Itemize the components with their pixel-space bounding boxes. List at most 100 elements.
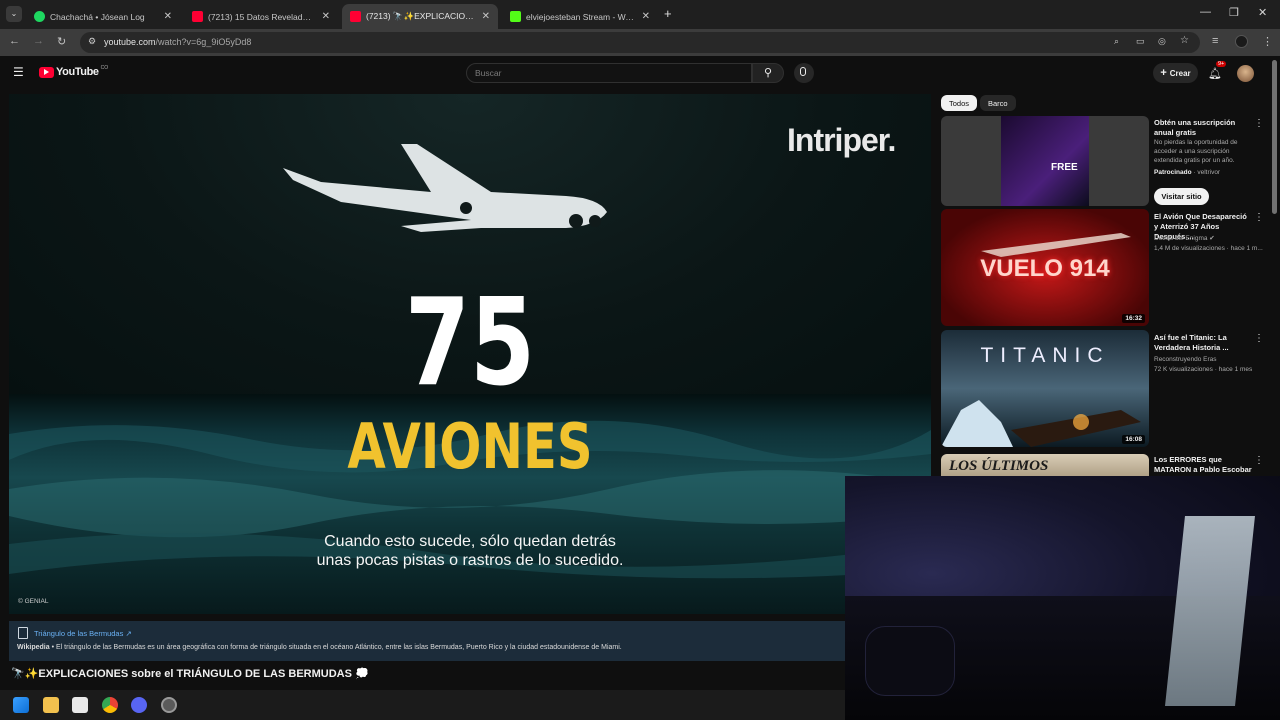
info-panel[interactable]: Triángulo de las Bermudas ↗ Wikipedia • …	[9, 621, 845, 661]
file-explorer-icon[interactable]	[43, 697, 59, 713]
tab-search-button[interactable]: ⌄	[6, 6, 22, 22]
voice-search-button[interactable]	[794, 63, 814, 83]
bookmark-star-icon[interactable]: ☆	[1180, 35, 1189, 46]
more-vert-icon[interactable]: ⋮	[1254, 333, 1264, 344]
minimize-icon[interactable]: —	[1200, 6, 1211, 18]
eye-off-icon[interactable]: ◎	[1158, 36, 1166, 47]
youtube-logo[interactable]: YouTube CO	[39, 65, 108, 78]
youtube-masthead: ☰ YouTube CO Buscar ⚲ + Crear 🔔︎ 9+	[0, 56, 1280, 92]
search-button[interactable]: ⚲	[752, 63, 784, 83]
search-placeholder: Buscar	[475, 68, 502, 78]
browser-tab-2[interactable]: (7213) 15 Datos Reveladores So ✕	[184, 4, 338, 29]
ad-thumb-text: FREE	[1051, 162, 1078, 173]
url-path: /watch?v=6g_9iO5yDd8	[155, 37, 252, 47]
more-vert-icon[interactable]: ⋮	[1254, 118, 1264, 129]
restore-icon[interactable]: ❐	[1229, 6, 1239, 19]
tab-title: Chachachá • Jósean Log	[50, 11, 145, 22]
zoom-icon[interactable]: ⌕	[1114, 36, 1119, 47]
browser-tab-3[interactable]: (7213) 🔭✨EXPLICACIONES so ✕	[342, 4, 498, 29]
cam-chair-shape	[865, 626, 955, 696]
recommendation-title[interactable]: Así fue el Titanic: La Verdadera Histori…	[1154, 333, 1250, 353]
info-panel-description: • El triángulo de las Bermudas es un áre…	[49, 644, 622, 651]
info-panel-text: Wikipedia • El triángulo de las Bermudas…	[17, 644, 622, 651]
create-button[interactable]: + Crear	[1153, 63, 1198, 83]
back-icon[interactable]: ←	[9, 35, 20, 47]
chip-todos[interactable]: Todos	[941, 95, 978, 111]
chip-label: Todos	[949, 98, 970, 108]
external-link-icon: ↗	[125, 629, 132, 638]
recommendation-channel: Detrás del Enigma ✔	[1154, 234, 1264, 243]
visit-site-button[interactable]: Visitar sitio	[1154, 188, 1209, 205]
ad-advertiser: · veltrivor	[1191, 169, 1221, 176]
cast-icon[interactable]: ▭	[1136, 36, 1145, 47]
video-credit: © GENIAL	[18, 598, 49, 605]
site-info-icon[interactable]: ⚙	[88, 36, 96, 47]
profile-avatar[interactable]	[1235, 35, 1248, 48]
close-icon[interactable]: ✕	[322, 11, 330, 22]
notifications-button[interactable]: 🔔︎ 9+	[1208, 61, 1227, 80]
close-icon[interactable]: ✕	[482, 11, 490, 22]
account-avatar[interactable]	[1237, 65, 1254, 82]
forward-icon[interactable]: →	[33, 35, 44, 47]
microphone-icon	[800, 67, 806, 76]
recommendation-thumbnail[interactable]: LOS ÚLTIMOS	[941, 454, 1149, 476]
subtitle-line-1: Cuando esto sucede, sólo quedan detrás	[324, 533, 616, 550]
overlay-word: AVIONES	[347, 410, 593, 483]
thumb-text: LOS ÚLTIMOS	[949, 458, 1049, 474]
recommendation-meta: 1,4 M de visualizaciones · hace 1 m...	[1154, 245, 1263, 252]
create-label: Crear	[1169, 68, 1191, 78]
notification-badge: 9+	[1216, 61, 1227, 67]
search-icon: ⚲	[764, 67, 773, 79]
recommendation-title[interactable]: Los ERRORES que MATARON a Pablo Escobar	[1154, 455, 1254, 475]
youtube-wordmark: YouTube	[56, 66, 99, 78]
chevron-down-icon: ⌄	[10, 9, 18, 18]
duration-badge: 16:32	[1122, 314, 1145, 323]
more-vert-icon[interactable]: ⋮	[1262, 35, 1273, 48]
kick-icon	[510, 11, 521, 22]
page-scrollbar[interactable]	[1272, 60, 1277, 214]
info-panel-title[interactable]: Triángulo de las Bermudas ↗	[34, 629, 132, 638]
ad-thumbnail[interactable]: FREE	[941, 116, 1149, 206]
chrome-icon[interactable]	[102, 697, 118, 713]
address-bar[interactable]: ⚙ youtube.com/watch?v=6g_9iO5yDd8 ⌕ ▭ ◎ …	[80, 32, 1200, 53]
search-input[interactable]: Buscar	[466, 63, 752, 83]
url-host: youtube.com	[104, 37, 156, 47]
video-player[interactable]: Intriper. 75 AVIONES Cuando esto sucede,…	[9, 94, 931, 614]
discord-icon[interactable]	[131, 697, 147, 713]
url-text: youtube.com/watch?v=6g_9iO5yDd8	[104, 37, 251, 47]
reading-list-icon[interactable]: ≡	[1212, 35, 1218, 47]
browser-tab-4[interactable]: elviejoesteban Stream - Watch ✕	[502, 4, 658, 29]
document-icon	[18, 627, 28, 639]
youtube-icon	[350, 11, 361, 22]
recommendation-thumbnail[interactable]: TITANIC 16:08	[941, 330, 1149, 447]
bell-icon: 🔔︎	[1208, 68, 1222, 80]
os-taskbar	[0, 690, 845, 720]
plus-icon: +	[1160, 67, 1167, 79]
ad-title[interactable]: Obtén una suscripción anual gratis	[1154, 118, 1250, 138]
webcam-overlay	[845, 476, 1280, 720]
chip-barco[interactable]: Barco	[980, 95, 1016, 111]
hamburger-menu-icon[interactable]: ☰	[13, 65, 24, 79]
app-icon[interactable]	[72, 697, 88, 713]
new-tab-button[interactable]: +	[664, 6, 672, 21]
recommendation-channel: Reconstruyendo Eras	[1154, 356, 1217, 363]
close-icon[interactable]: ✕	[642, 11, 650, 22]
chip-label: Barco	[988, 98, 1008, 108]
browser-tab-1[interactable]: Chachachá • Jósean Log ✕	[26, 4, 180, 29]
app-icon-2[interactable]	[161, 697, 177, 713]
tab-title: elviejoesteban Stream - Watch	[526, 11, 636, 22]
info-panel-source: Wikipedia	[17, 644, 50, 651]
thumb-text: TITANIC	[980, 344, 1110, 367]
close-icon[interactable]: ✕	[164, 11, 172, 22]
video-subtitles: Cuando esto sucede, sólo quedan detrás u…	[9, 532, 931, 570]
windows-start-icon[interactable]	[13, 697, 29, 713]
ad-description: No pierdas la oportunidad de acceder a u…	[1154, 139, 1238, 164]
ad-sponsor-line: Patrocinado · veltrivor	[1154, 168, 1264, 177]
reload-icon[interactable]: ↻	[57, 35, 66, 48]
browser-tab-strip: ⌄ Chachachá • Jósean Log ✕ (7213) 15 Dat…	[0, 0, 1280, 29]
more-vert-icon[interactable]: ⋮	[1254, 455, 1264, 466]
spotify-icon	[34, 11, 45, 22]
more-vert-icon[interactable]: ⋮	[1254, 212, 1264, 223]
close-window-icon[interactable]: ✕	[1258, 6, 1267, 19]
recommendation-thumbnail[interactable]: VUELO 914 16:32	[941, 209, 1149, 326]
